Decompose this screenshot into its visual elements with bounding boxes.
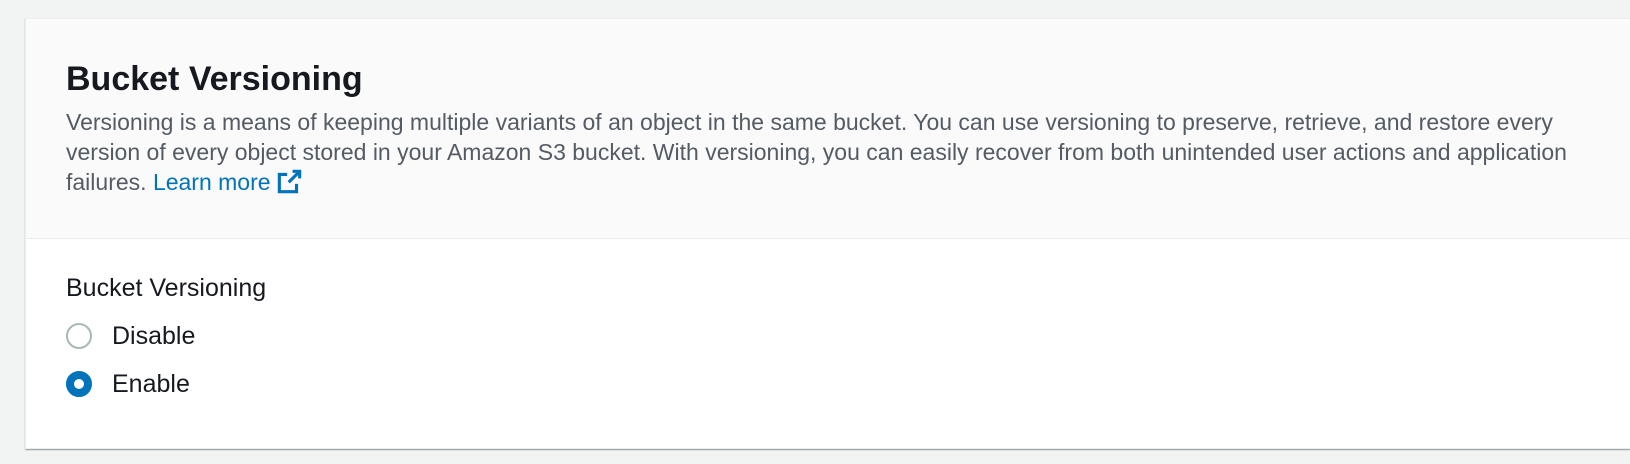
panel-description: Versioning is a means of keeping multipl… <box>66 107 1586 197</box>
panel-header: Bucket Versioning Versioning is a means … <box>26 19 1630 239</box>
panel-body: Bucket Versioning Disable Enable <box>26 239 1630 399</box>
versioning-radio-group: Disable Enable <box>66 321 1630 399</box>
external-link-icon <box>277 169 301 194</box>
radio-option-enable[interactable]: Enable <box>66 369 1630 399</box>
enable-radio-button[interactable] <box>66 371 92 397</box>
disable-radio-button[interactable] <box>66 323 92 349</box>
radio-option-disable[interactable]: Disable <box>66 321 1630 351</box>
bucket-versioning-panel: Bucket Versioning Versioning is a means … <box>25 18 1630 449</box>
learn-more-link[interactable]: Learn more <box>153 169 302 195</box>
disable-radio-label[interactable]: Disable <box>112 321 195 351</box>
learn-more-label: Learn more <box>152 169 271 195</box>
enable-radio-label[interactable]: Enable <box>112 369 190 399</box>
panel-title: Bucket Versioning <box>66 60 363 98</box>
versioning-field-label: Bucket Versioning <box>66 274 267 302</box>
